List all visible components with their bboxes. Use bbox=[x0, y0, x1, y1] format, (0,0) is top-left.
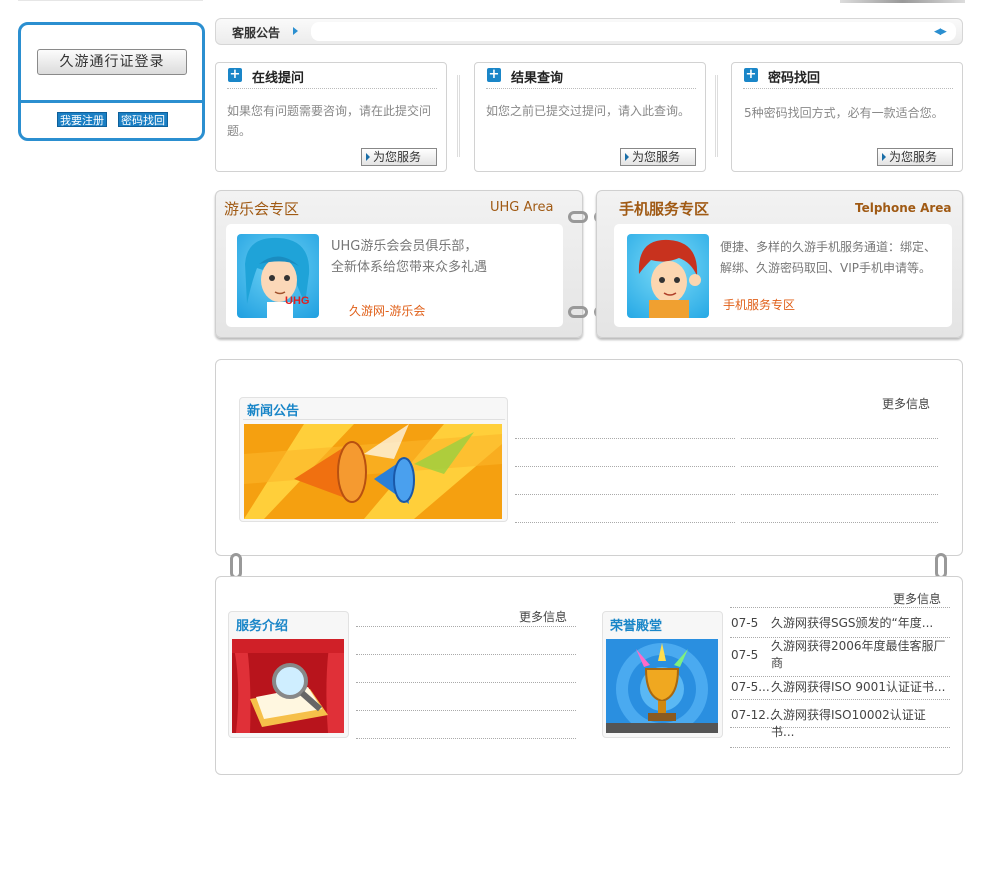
honor-date: 07-5 bbox=[731, 648, 759, 662]
login-panel bbox=[18, 22, 205, 141]
honor-item[interactable]: 久游网获得2006年度最佳客服厂商 bbox=[771, 638, 946, 672]
binder-ring bbox=[568, 306, 588, 318]
login-button[interactable]: 久游通行证登录 bbox=[37, 49, 187, 75]
button-label: 为您服务 bbox=[632, 150, 681, 164]
service-more-link[interactable]: 更多信息 bbox=[519, 608, 567, 625]
service-title[interactable]: 结果查询 bbox=[511, 67, 563, 86]
service-button[interactable]: 为您服务 bbox=[361, 148, 437, 166]
zone-line2: 全新体系给您带来众多礼遇 bbox=[331, 260, 488, 275]
list-line bbox=[730, 699, 950, 700]
service-intro-title[interactable]: 服务介绍 bbox=[236, 615, 288, 634]
news-line bbox=[515, 494, 735, 495]
uhg-badge: UHG bbox=[285, 295, 309, 307]
uhg-link[interactable]: 久游网-游乐会 bbox=[349, 302, 425, 319]
service-desc: 5种密码找回方式，必有一款适合您。 bbox=[744, 106, 944, 120]
zone-subtitle: UHG Area bbox=[490, 200, 554, 215]
notice-ticker bbox=[311, 22, 956, 41]
zone-title: 游乐会专区 bbox=[224, 200, 300, 218]
news-line bbox=[741, 494, 938, 495]
separator bbox=[457, 75, 460, 157]
mobile-mascot-image[interactable] bbox=[627, 234, 709, 318]
list-line bbox=[730, 676, 950, 677]
news-line bbox=[515, 466, 735, 467]
zone-title: 手机服务专区 bbox=[619, 200, 710, 218]
register-link[interactable]: 我要注册 bbox=[57, 112, 107, 127]
honor-item[interactable]: 久游网获得SGS颁发的“年度... bbox=[771, 615, 946, 632]
login-divider bbox=[18, 98, 205, 106]
service-button[interactable]: 为您服务 bbox=[620, 148, 696, 166]
uhg-mascot-image[interactable]: UHG bbox=[237, 234, 319, 318]
separator bbox=[715, 75, 718, 157]
button-label: 为您服务 bbox=[889, 150, 938, 164]
honor-date: 07-5 bbox=[731, 616, 759, 630]
magnifier-image[interactable] bbox=[232, 639, 344, 733]
mobile-link[interactable]: 手机服务专区 bbox=[723, 296, 795, 313]
plus-icon: + bbox=[228, 67, 242, 82]
divider bbox=[243, 419, 505, 420]
news-line bbox=[741, 438, 938, 439]
honor-title[interactable]: 荣誉殿堂 bbox=[610, 615, 662, 634]
recover-password-link[interactable]: 密码找回 bbox=[118, 112, 168, 127]
zone-line2: 解绑、久游密码取回、VIP手机申请等。 bbox=[720, 261, 931, 275]
list-line bbox=[356, 738, 576, 739]
divider bbox=[743, 88, 953, 89]
list-line bbox=[356, 626, 576, 627]
notice-scroll-arrows-icon[interactable]: ◀▶ bbox=[934, 27, 947, 37]
honor-item[interactable]: 久游网获得ISO10002认证证书... bbox=[771, 707, 948, 741]
list-line bbox=[356, 654, 576, 655]
notice-arrow-icon bbox=[293, 27, 298, 35]
list-line bbox=[730, 607, 950, 608]
divider bbox=[227, 88, 437, 89]
service-button[interactable]: 为您服务 bbox=[877, 148, 953, 166]
zone-line1: UHG游乐会会员俱乐部， bbox=[331, 239, 478, 254]
top-divider bbox=[18, 0, 203, 1]
honor-item[interactable]: 久游网获得ISO 9001认证证书... bbox=[771, 679, 948, 696]
plus-icon: + bbox=[487, 67, 501, 82]
news-more-link[interactable]: 更多信息 bbox=[882, 395, 930, 412]
top-decoration bbox=[840, 0, 965, 3]
arrow-right-icon bbox=[625, 153, 629, 161]
plus-icon: + bbox=[744, 67, 758, 82]
zone-subtitle: Telphone Area bbox=[855, 201, 952, 215]
arrow-right-icon bbox=[366, 153, 370, 161]
service-title[interactable]: 密码找回 bbox=[768, 67, 820, 86]
arrow-right-icon bbox=[882, 153, 886, 161]
list-line bbox=[730, 727, 950, 728]
list-line bbox=[356, 710, 576, 711]
megaphone-banner-image[interactable] bbox=[244, 424, 502, 519]
news-line bbox=[515, 522, 735, 523]
news-line bbox=[741, 522, 938, 523]
news-line bbox=[741, 466, 938, 467]
divider bbox=[486, 88, 696, 89]
binder-ring bbox=[568, 211, 588, 223]
button-label: 为您服务 bbox=[373, 150, 422, 164]
list-line bbox=[730, 747, 950, 748]
news-line bbox=[515, 438, 735, 439]
notice-label: 客服公告 bbox=[232, 26, 281, 40]
zone-line1: 便捷、多样的久游手机服务通道：绑定、 bbox=[720, 240, 937, 254]
trophy-image[interactable] bbox=[606, 639, 718, 733]
service-desc: 如果您有问题需要咨询，请在此提交问题。 bbox=[227, 104, 432, 138]
honor-more-link[interactable]: 更多信息 bbox=[893, 590, 941, 607]
service-title[interactable]: 在线提问 bbox=[252, 67, 304, 86]
news-title[interactable]: 新闻公告 bbox=[247, 400, 299, 419]
service-desc: 如您之前已提交过提问，请入此查询。 bbox=[486, 104, 691, 118]
list-line bbox=[356, 682, 576, 683]
honor-date: 07-5... bbox=[731, 680, 770, 694]
